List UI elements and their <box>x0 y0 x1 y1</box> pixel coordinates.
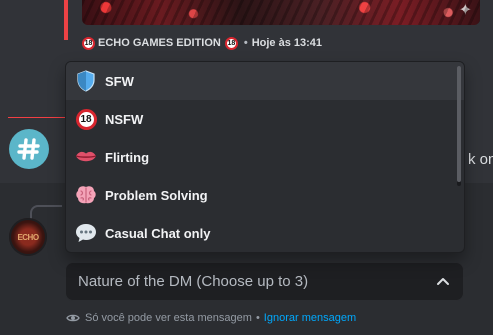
avatar[interactable]: ECHO <box>9 218 47 256</box>
underage-18-icon: 18 <box>74 107 98 131</box>
option-casual-chat[interactable]: Casual Chat only <box>66 214 464 252</box>
option-label: Problem Solving <box>105 187 208 203</box>
hashtag-icon[interactable] <box>9 129 49 169</box>
dismiss-message-link[interactable]: Ignorar mensagem <box>264 312 356 324</box>
select-dropdown-menu: SFW 18 NSFW Flirting Problem Solving Cas… <box>65 61 465 253</box>
option-label: SFW <box>105 73 134 89</box>
option-problem-solving[interactable]: Problem Solving <box>66 176 464 214</box>
brain-icon <box>74 183 98 207</box>
sparkle-icon: ✦ <box>458 2 472 19</box>
chevron-up-icon <box>437 277 449 285</box>
embed-footer: 18 ECHO GAMES EDITION 18 • Hoje às 13:41 <box>82 35 322 51</box>
select-placeholder: Nature of the DM (Choose up to 3) <box>78 273 309 290</box>
ephemeral-separator: • <box>255 312 260 324</box>
partial-message-text: k on ' <box>468 151 493 168</box>
avatar-logo: ECHO <box>17 232 39 242</box>
speech-balloon-icon <box>74 221 98 245</box>
footer-separator: • <box>243 37 248 49</box>
timestamp: Hoje às 13:41 <box>251 37 323 49</box>
eye-icon <box>66 314 80 322</box>
shield-icon <box>74 69 98 93</box>
ephemeral-notice: Só você pode ver esta mensagem • Ignorar… <box>66 311 356 325</box>
lips-icon <box>74 145 98 169</box>
age-18-badge-icon: 18 <box>82 36 95 50</box>
embed-accent-bar <box>64 0 68 40</box>
option-label: Casual Chat only <box>105 225 211 241</box>
dm-nature-select[interactable]: Nature of the DM (Choose up to 3) <box>65 262 464 301</box>
ephemeral-text: Só você pode ver esta mensagem <box>85 312 252 324</box>
underage-18-badge: 18 <box>75 108 97 130</box>
scrollbar-thumb[interactable] <box>457 66 461 182</box>
option-flirting[interactable]: Flirting <box>66 138 464 176</box>
age-18-badge-icon: 18 <box>224 36 238 50</box>
option-sfw[interactable]: SFW <box>66 62 464 100</box>
option-label: NSFW <box>105 111 144 127</box>
footer-text: ECHO GAMES EDITION <box>98 37 221 49</box>
option-nsfw[interactable]: 18 NSFW <box>66 100 464 138</box>
embed-image[interactable]: ✦ <box>82 0 480 25</box>
option-label: Flirting <box>105 149 150 165</box>
